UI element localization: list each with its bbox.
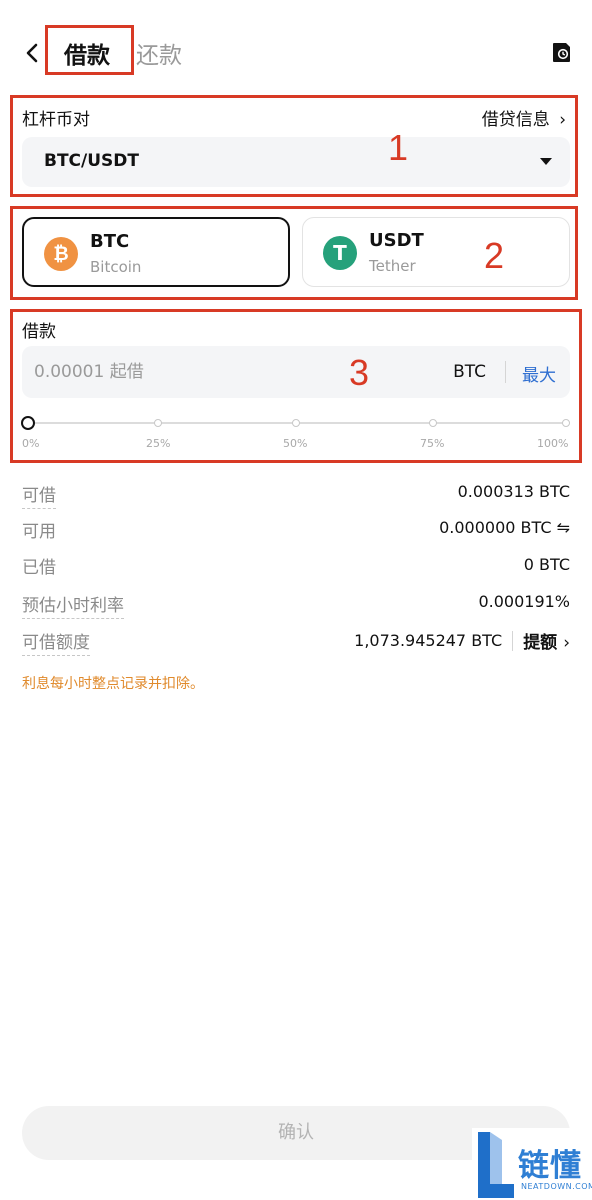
annotation-number-3: 3 <box>349 352 370 393</box>
coin-card-btc[interactable]: ₿ BTC Bitcoin <box>22 217 290 287</box>
slider-mark-50: 50% <box>283 437 308 450</box>
available-label: 可用 <box>22 522 56 542</box>
borrowed-label: 已借 <box>22 558 56 578</box>
tab-repay[interactable]: 还款 <box>136 36 182 70</box>
pair-label: 杠杆币对 <box>22 110 90 130</box>
slider-mark-75: 75% <box>420 437 445 450</box>
coin-symbol: USDT <box>369 230 424 251</box>
slider-mark-0: 0% <box>22 437 40 450</box>
bitcoin-icon: ₿ <box>44 237 78 271</box>
divider <box>505 361 506 383</box>
borrowable-value: 0.000313 BTC <box>457 482 570 501</box>
slider-thumb[interactable] <box>21 416 35 430</box>
borrowable-label[interactable]: 可借 <box>22 481 56 509</box>
borrow-limit-row: 1,073.945247 BTC 提额 › <box>354 628 570 653</box>
coin-name: Bitcoin <box>90 258 142 276</box>
slider-mark-100: 100% <box>537 437 569 450</box>
available-value[interactable]: 0.000000 BTC ⇋ <box>439 518 570 537</box>
chevron-left-icon[interactable] <box>18 36 46 70</box>
annotation-number-1: 1 <box>388 127 409 168</box>
pair-select-value: BTC/USDT <box>44 151 139 171</box>
interest-note: 利息每小时整点记录并扣除。 <box>22 676 204 692</box>
history-icon[interactable] <box>550 40 574 64</box>
coin-card-usdt[interactable]: T USDT Tether <box>302 217 570 287</box>
caret-down-icon <box>540 158 552 165</box>
watermark-l-icon <box>478 1132 514 1198</box>
slider-node-50[interactable] <box>292 419 300 427</box>
borrow-amount-field[interactable]: BTC 最大 <box>22 346 570 398</box>
hourly-rate-label[interactable]: 预估小时利率 <box>22 591 124 619</box>
amount-unit: BTC <box>453 362 486 382</box>
slider-node-100[interactable] <box>562 419 570 427</box>
slider-mark-25: 25% <box>146 437 171 450</box>
coin-name: Tether <box>369 257 416 275</box>
max-button[interactable]: 最大 <box>522 361 556 386</box>
loan-info-link[interactable]: 借贷信息 › <box>482 105 566 130</box>
divider <box>512 630 514 651</box>
borrow-label: 借款 <box>22 322 56 342</box>
watermark-subtext: NEATDOWN.COM <box>521 1182 592 1191</box>
chevron-right-icon: › <box>559 110 566 130</box>
hourly-rate-value: 0.000191% <box>478 592 570 611</box>
borrowed-value: 0 BTC <box>523 555 570 574</box>
borrow-limit-value: 1,073.945247 BTC <box>354 631 503 650</box>
loan-info-label: 借贷信息 <box>481 110 550 130</box>
tether-icon: T <box>323 236 357 270</box>
borrow-limit-label[interactable]: 可借额度 <box>22 628 90 656</box>
slider-node-75[interactable] <box>429 419 437 427</box>
pair-select[interactable]: BTC/USDT <box>22 137 570 187</box>
slider-node-25[interactable] <box>154 419 162 427</box>
coin-symbol: BTC <box>90 231 130 252</box>
chevron-right-icon: › <box>563 633 570 653</box>
raise-limit-button[interactable]: 提额 › <box>523 628 570 653</box>
annotation-number-2: 2 <box>484 235 505 276</box>
borrow-amount-input[interactable] <box>34 357 334 387</box>
annotation-box-tab <box>45 25 134 75</box>
watermark-text: 链懂 <box>518 1148 582 1184</box>
